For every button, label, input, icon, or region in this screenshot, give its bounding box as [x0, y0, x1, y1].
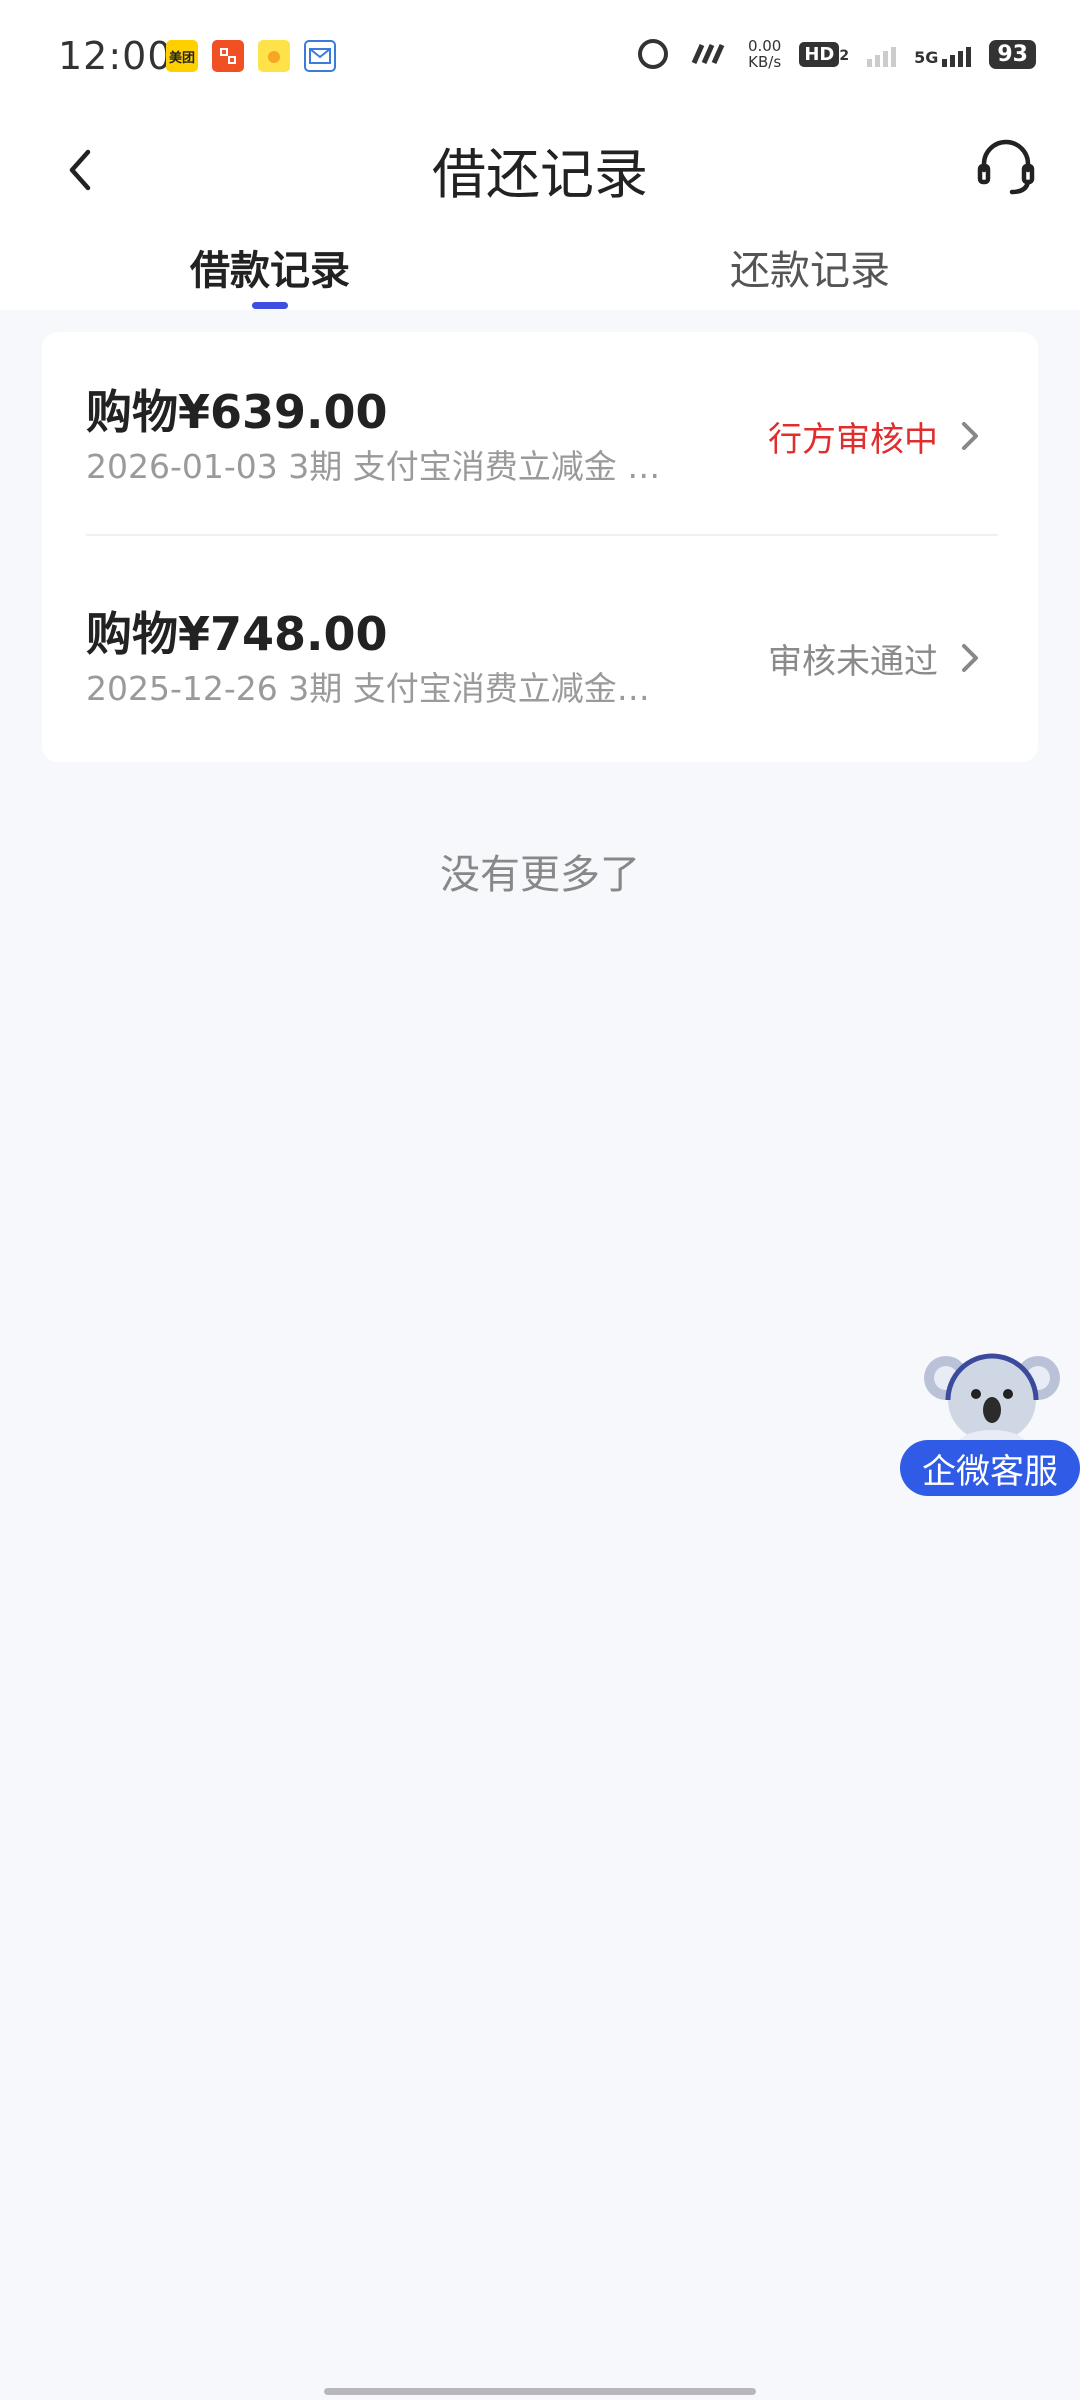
alarm-icon	[637, 39, 668, 69]
headset-icon[interactable]	[970, 130, 1042, 202]
page-title: 借还记录	[432, 143, 648, 206]
divider	[86, 534, 998, 536]
float-service-button[interactable]: 企微客服	[900, 1344, 1080, 1500]
status-indicators: 0.00 KB/s HD 2 5G 93	[637, 38, 1036, 70]
home-indicator[interactable]	[324, 2388, 756, 2395]
signal-strength-icon	[942, 41, 972, 67]
header: 借还记录	[0, 116, 1080, 224]
chevron-right-icon	[962, 644, 978, 672]
record-amount: 购物¥748.00	[86, 607, 388, 661]
notification-icons: 美团	[166, 40, 336, 72]
record-amount: 购物¥639.00	[86, 385, 388, 439]
records-card: 购物¥639.00 2026-01-03 3期 支付宝消费立减金 … 行方审核中…	[42, 332, 1038, 762]
network-speed: 0.00 KB/s	[748, 38, 781, 70]
record-tabs: 借款记录 还款记录	[0, 224, 1080, 310]
mail-icon	[304, 40, 336, 72]
record-meta: 2026-01-03 3期 支付宝消费立减金 …	[86, 447, 661, 486]
record-status: 行方审核中	[768, 420, 938, 460]
meituan-icon: 美团	[166, 40, 198, 72]
signal-icon	[867, 41, 897, 67]
hd-label: HD	[799, 41, 840, 67]
chevron-right-icon	[962, 422, 978, 450]
tab-active-indicator	[252, 302, 288, 309]
app-red-icon	[212, 40, 244, 72]
battery-indicator: 93	[989, 39, 1036, 69]
nfc-icon	[691, 43, 725, 65]
network-type: 5G	[914, 48, 939, 67]
float-service-label: 企微客服	[900, 1440, 1080, 1496]
record-status: 审核未通过	[768, 642, 938, 682]
hd-sub: 2	[839, 47, 850, 64]
list-item[interactable]: 购物¥748.00 2025-12-26 3期 支付宝消费立减金… 审核未通过	[42, 554, 1038, 764]
network-speed-value: 0.00	[747, 37, 782, 55]
no-more-text: 没有更多了	[440, 852, 640, 898]
tab-repay-records[interactable]: 还款记录	[630, 238, 990, 296]
record-meta: 2025-12-26 3期 支付宝消费立减金…	[86, 669, 650, 708]
status-bar: 12:00 美团 0.00 KB/s HD 2 5G 93	[0, 0, 1080, 116]
status-time: 12:00	[58, 34, 173, 78]
network-speed-unit: KB/s	[748, 53, 782, 71]
list-item[interactable]: 购物¥639.00 2026-01-03 3期 支付宝消费立减金 … 行方审核中	[42, 332, 1038, 542]
signal-5g: 5G	[914, 41, 972, 67]
app-yellow-icon	[258, 40, 290, 72]
hd-indicator: HD 2	[799, 41, 850, 67]
tab-borrow-records[interactable]: 借款记录	[90, 238, 450, 296]
